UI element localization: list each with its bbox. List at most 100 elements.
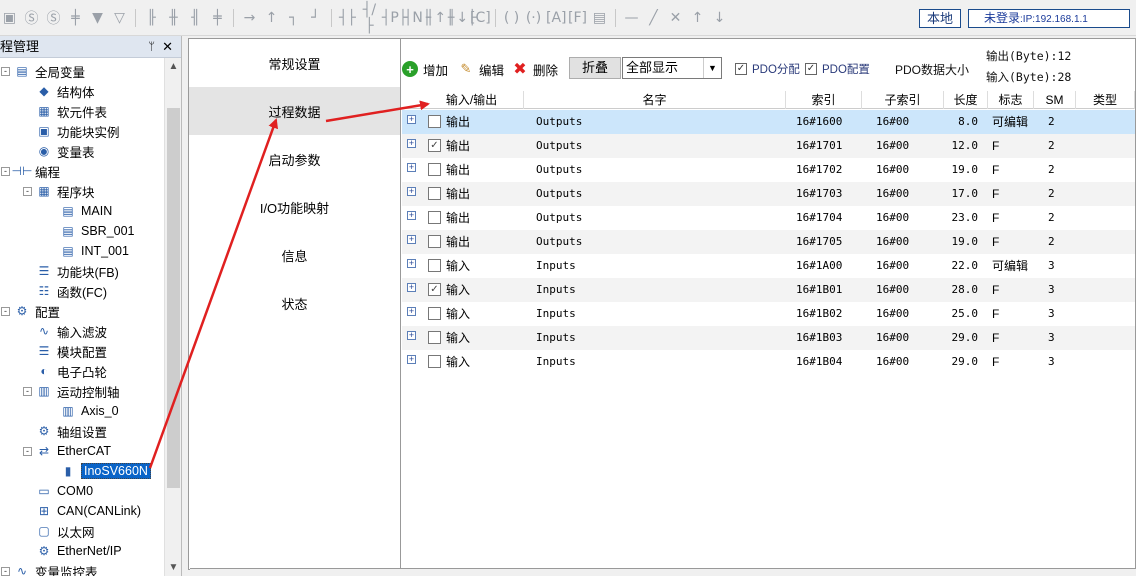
collapse-icon[interactable]: - [1, 166, 10, 176]
row-checkbox[interactable] [428, 163, 441, 176]
contact-icon[interactable]: ╫ [164, 10, 183, 26]
row-checkbox[interactable] [428, 115, 441, 128]
tree-item[interactable]: ▤ MAIN [60, 201, 112, 221]
side-tab[interactable]: I/O功能映射 [189, 183, 400, 231]
table-row[interactable]: + 输入 Inputs 16#1B04 16#00 29.0 F 3 [402, 350, 1135, 374]
login-status[interactable]: 未登录:IP:192.168.1.1 [968, 9, 1130, 28]
cross-icon[interactable]: ╪ [66, 10, 85, 26]
collapse-icon[interactable]: - [23, 386, 32, 396]
table-row[interactable]: + 输出 Outputs 16#1705 16#00 19.0 F 2 [402, 230, 1135, 254]
collapse-icon[interactable]: - [23, 186, 32, 196]
up-line-icon[interactable]: ↑ [688, 10, 707, 26]
tree-item[interactable]: - ⊣⊢ 编程 [1, 161, 60, 181]
table-row[interactable]: + ✓ 输出 Outputs 16#1701 16#00 12.0 F 2 [402, 134, 1135, 158]
table-row[interactable]: + 输出 Outputs 16#1704 16#00 23.0 F 2 [402, 206, 1135, 230]
tree-item[interactable]: ∿ 输入滤波 [36, 321, 107, 341]
collapse-icon[interactable]: - [23, 446, 32, 456]
column-header[interactable]: 名字 [524, 91, 786, 109]
expand-icon[interactable]: + [407, 355, 416, 364]
column-header[interactable]: 标志 [988, 91, 1034, 109]
tree-item[interactable]: ▭ COM0 [36, 481, 93, 501]
expand-icon[interactable]: + [407, 235, 416, 244]
pn-contact-icon[interactable]: ┤↑├ [426, 10, 455, 26]
tree-item[interactable]: - ▤ 全局变量 [1, 61, 85, 81]
pulse-contact-icon[interactable]: ┤↓├ [448, 10, 477, 26]
x-line-icon[interactable]: ✕ [666, 10, 685, 26]
nc-contact-icon[interactable]: ┤/├ [360, 2, 379, 34]
expand-icon[interactable]: + [407, 331, 416, 340]
contact-left-icon[interactable]: ╟ [142, 10, 161, 26]
diag-line-icon[interactable]: ╱ [644, 10, 663, 26]
collapse-icon[interactable]: - [1, 66, 10, 76]
edit-button[interactable]: ✎ 编辑 [458, 59, 504, 79]
side-tab[interactable]: 常规设置 [189, 39, 400, 87]
pdo-config-checkbox[interactable]: ✓ PDO配置 [805, 61, 870, 77]
hline-icon[interactable]: — [622, 10, 641, 26]
p-contact-icon[interactable]: ┤P├ [382, 10, 407, 26]
expand-icon[interactable]: + [407, 211, 416, 220]
ad-icon[interactable]: ▣ [0, 10, 19, 26]
expand-icon[interactable]: + [407, 115, 416, 124]
scroll-down-icon[interactable]: ▼ [165, 559, 182, 576]
func-a-icon[interactable]: [A] [546, 10, 567, 26]
row-checkbox[interactable] [428, 211, 441, 224]
column-header[interactable]: 子索引 [862, 91, 944, 109]
table-row[interactable]: + 输出 Outputs 16#1702 16#00 19.0 F 2 [402, 158, 1135, 182]
tree-item[interactable]: ▦ 软元件表 [36, 101, 107, 121]
no-contact-icon[interactable]: ┤├ [338, 10, 357, 26]
delete-button[interactable]: ✖ 删除 [512, 59, 558, 79]
side-tab[interactable]: 启动参数 [189, 135, 400, 183]
tree-scrollbar[interactable]: ▲ ▼ [164, 58, 181, 576]
row-checkbox[interactable] [428, 259, 441, 272]
tree-item[interactable]: ▤ INT_001 [60, 241, 129, 261]
tree-item[interactable]: - ▦ 程序块 [23, 181, 95, 201]
collapse-icon[interactable]: - [1, 566, 10, 576]
expand-icon[interactable]: + [407, 259, 416, 268]
coil-set-icon[interactable]: (·) [524, 10, 543, 26]
table-row[interactable]: + ✓ 输入 Inputs 16#1B01 16#00 28.0 F 3 [402, 278, 1135, 302]
func-f-icon[interactable]: [F] [568, 10, 587, 26]
comment-icon[interactable]: ▤ [590, 10, 609, 26]
tree-item[interactable]: - ⇄ EtherCAT [23, 441, 111, 461]
column-header[interactable]: 输入/输出 [420, 91, 524, 109]
s2-icon[interactable]: Ⓢ [44, 8, 63, 28]
tree-item[interactable]: - ∿ 变量监控表 [1, 561, 98, 576]
scroll-thumb[interactable] [167, 108, 180, 488]
row-checkbox[interactable] [428, 331, 441, 344]
column-header[interactable]: SM [1034, 91, 1076, 109]
expand-icon[interactable]: + [407, 163, 416, 172]
tree-item[interactable]: ▮ InoSV660N [60, 461, 151, 481]
table-row[interactable]: + 输入 Inputs 16#1B02 16#00 25.0 F 3 [402, 302, 1135, 326]
table-row[interactable]: + 输出 Outputs 16#1600 16#00 8.0 可编辑 2 [402, 110, 1135, 134]
column-header[interactable]: 长度 [944, 91, 988, 109]
contact-right-icon[interactable]: ╢ [186, 10, 205, 26]
tree-item[interactable]: ▥ Axis_0 [60, 401, 118, 421]
coil-icon[interactable]: ( ) [502, 10, 521, 26]
tree-item[interactable]: ☰ 模块配置 [36, 341, 107, 361]
display-select[interactable]: 全部显示 ▼ [622, 57, 722, 79]
line-corner2-icon[interactable]: ┘ [306, 10, 325, 26]
side-tab[interactable]: 过程数据 [189, 87, 400, 135]
n-contact-icon[interactable]: ┤N├ [404, 10, 431, 26]
s-icon[interactable]: Ⓢ [22, 8, 41, 28]
down-arrow-icon[interactable]: ▼ [88, 10, 107, 26]
tree-item[interactable]: ⚙ EtherNet/IP [36, 541, 122, 561]
local-button[interactable]: 本地 [919, 9, 961, 28]
contact-branch-icon[interactable]: ╪ [208, 10, 227, 26]
row-checkbox[interactable] [428, 235, 441, 248]
tree-item[interactable]: ▢ 以太网 [36, 521, 94, 541]
box-c-icon[interactable]: [C] [470, 10, 491, 26]
tree-item[interactable]: ▤ SBR_001 [60, 221, 134, 241]
expand-icon[interactable]: + [407, 187, 416, 196]
row-checkbox[interactable] [428, 187, 441, 200]
tree-item[interactable]: ☷ 函数(FC) [36, 281, 107, 301]
down-outline-icon[interactable]: ▽ [110, 10, 129, 26]
column-header[interactable]: 类型 [1076, 91, 1135, 109]
row-checkbox[interactable] [428, 307, 441, 320]
tree-item[interactable]: ◆ 结构体 [36, 81, 94, 101]
table-row[interactable]: + 输出 Outputs 16#1703 16#00 17.0 F 2 [402, 182, 1135, 206]
down-line-icon[interactable]: ↓ [710, 10, 729, 26]
side-tab[interactable]: 信息 [189, 231, 400, 279]
add-button[interactable]: + 增加 [402, 59, 448, 79]
collapse-icon[interactable]: - [1, 306, 10, 316]
